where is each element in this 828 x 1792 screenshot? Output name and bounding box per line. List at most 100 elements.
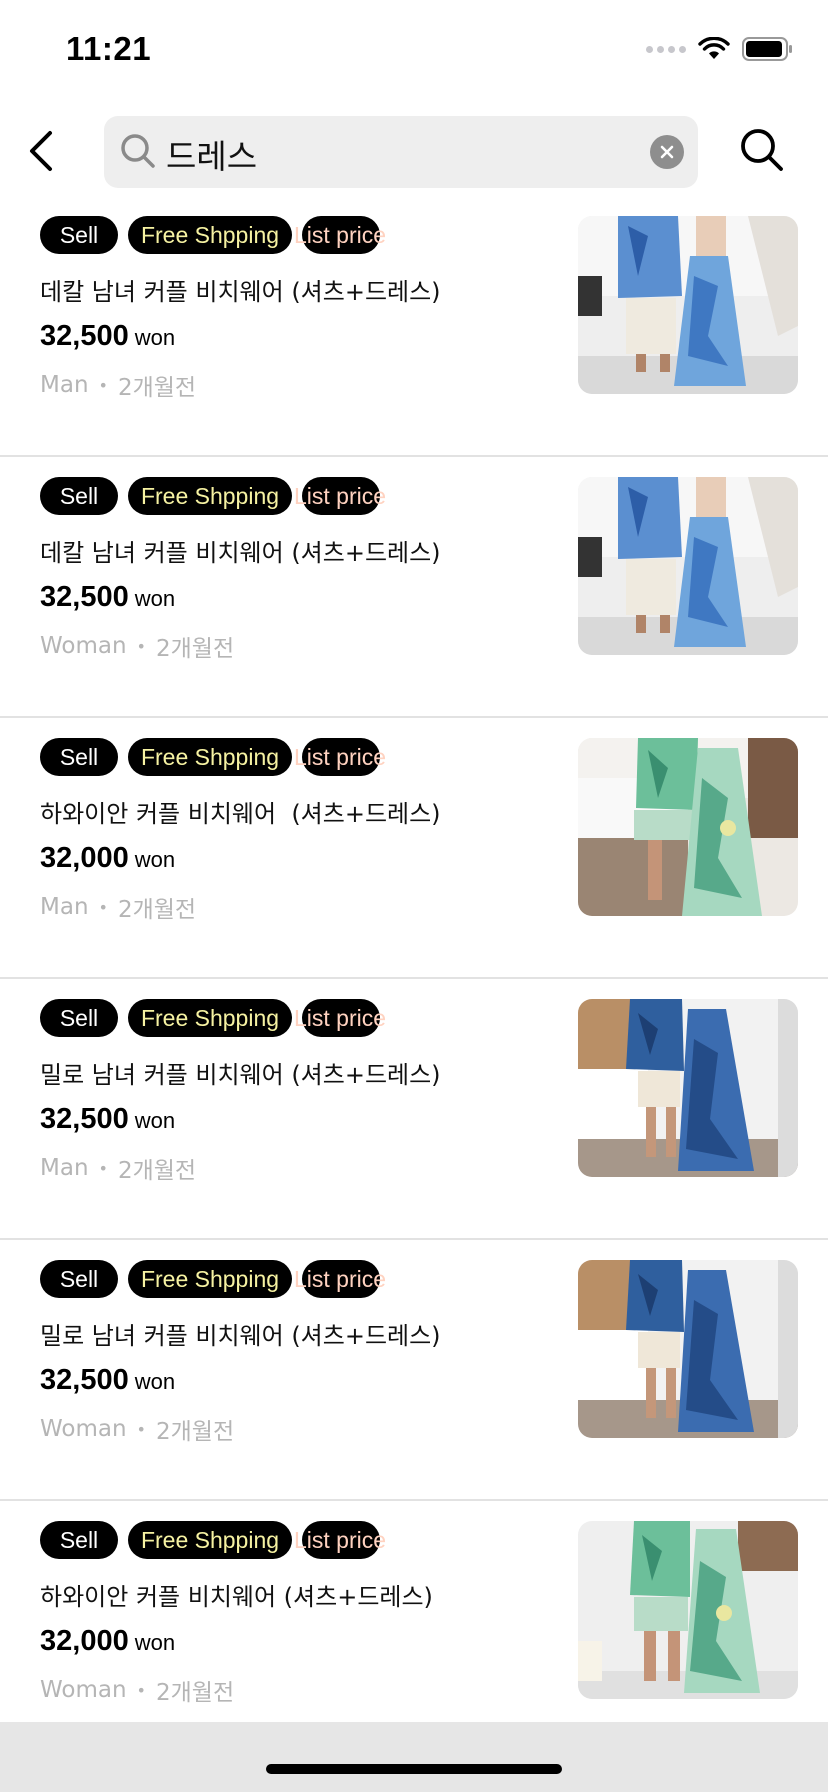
item-meta: Woman • 2개월전 [40, 629, 234, 663]
item-title: 밀로 남녀 커플 비치웨어 (셔츠+드레스) [40, 1322, 441, 1350]
item-meta: Man • 2개월전 [40, 1151, 196, 1185]
badge-row: Sell Free Shpping List price [40, 477, 420, 515]
currency-label: won [134, 1108, 176, 1133]
price-row: 32,500 won [40, 1364, 175, 1397]
item-time-ago: 2개월전 [155, 1419, 235, 1445]
product-thumbnail[interactable] [578, 1521, 798, 1699]
sell-badge: Sell [40, 1260, 118, 1298]
wifi-icon [698, 37, 730, 59]
item-time-ago: 2개월전 [117, 1158, 197, 1184]
list-price-label: List price [294, 222, 387, 248]
search-results-list: Sell Free Shpping List price 데칼 남녀 커플 비치… [0, 196, 828, 1762]
list-item[interactable]: Sell Free Shpping List price 데칼 남녀 커플 비치… [0, 196, 828, 457]
list-price-badge: List price [294, 477, 386, 515]
item-gender: Man [40, 894, 89, 920]
currency-label: won [134, 325, 176, 350]
item-title: 하와이안 커플 비치웨어 (셔츠+드레스) [40, 800, 441, 828]
free-shipping-badge: Free Shpping [128, 477, 292, 515]
currency-label: won [134, 1369, 176, 1394]
item-time-ago: 2개월전 [117, 375, 197, 401]
clear-search-button[interactable] [650, 135, 684, 169]
price-row: 32,500 won [40, 581, 175, 614]
free-shipping-badge: Free Shpping [128, 1260, 292, 1298]
home-indicator-area [0, 1722, 828, 1792]
badge-row: Sell Free Shpping List price [40, 216, 420, 254]
status-time: 11:21 [66, 30, 152, 67]
badge-row: Sell Free Shpping List price [40, 738, 420, 776]
search-header: 드레스 [0, 110, 828, 190]
sell-badge: Sell [40, 999, 118, 1037]
item-price: 32,500 [40, 1103, 129, 1135]
free-shipping-badge: Free Shpping [128, 1521, 292, 1559]
search-icon [741, 129, 783, 171]
product-thumbnail[interactable] [578, 477, 798, 655]
currency-label: won [134, 586, 176, 611]
item-title: 데칼 남녀 커플 비치웨어 (셔츠+드레스) [40, 278, 441, 306]
item-meta: Man • 2개월전 [40, 368, 196, 402]
price-row: 32,000 won [40, 1625, 175, 1658]
item-price: 32,500 [40, 320, 129, 352]
list-item[interactable]: Sell Free Shpping List price 밀로 남녀 커플 비치… [0, 1240, 828, 1501]
item-meta: Man • 2개월전 [40, 890, 196, 924]
list-price-label: List price [294, 1527, 387, 1553]
back-button[interactable] [20, 128, 60, 174]
cellular-signal-icon [646, 45, 686, 53]
list-price-badge: List price [294, 1521, 386, 1559]
list-price-label: List price [294, 1266, 387, 1292]
price-row: 32,000 won [40, 842, 175, 875]
list-item[interactable]: Sell Free Shpping List price 하와이안 커플 비치웨… [0, 718, 828, 979]
list-price-label: List price [294, 1005, 387, 1031]
search-input[interactable]: 드레스 [104, 116, 698, 188]
item-meta: Woman • 2개월전 [40, 1412, 234, 1446]
product-thumbnail[interactable] [578, 738, 798, 916]
item-price: 32,500 [40, 1364, 129, 1396]
list-item[interactable]: Sell Free Shpping List price 밀로 남녀 커플 비치… [0, 979, 828, 1240]
item-gender: Woman [40, 1677, 127, 1703]
home-indicator[interactable] [266, 1764, 562, 1774]
product-thumbnail[interactable] [578, 216, 798, 394]
free-shipping-badge: Free Shpping [128, 999, 292, 1037]
search-button[interactable] [736, 122, 788, 178]
item-price: 32,000 [40, 842, 129, 874]
item-time-ago: 2개월전 [117, 897, 197, 923]
free-shipping-badge: Free Shpping [128, 738, 292, 776]
item-title: 하와이안 커플 비치웨어 (셔츠+드레스) [40, 1583, 433, 1611]
item-meta: Woman • 2개월전 [40, 1673, 234, 1707]
item-gender: Woman [40, 633, 127, 659]
status-icons [646, 36, 794, 62]
list-price-badge: List price [294, 999, 386, 1037]
item-price: 32,500 [40, 581, 129, 613]
free-shipping-badge: Free Shpping [128, 216, 292, 254]
battery-icon [742, 37, 792, 61]
sell-badge: Sell [40, 738, 118, 776]
currency-label: won [134, 847, 176, 872]
item-title: 데칼 남녀 커플 비치웨어 (셔츠+드레스) [40, 539, 441, 567]
sell-badge: Sell [40, 1521, 118, 1559]
chevron-left-icon [30, 131, 52, 171]
list-price-label: List price [294, 744, 387, 770]
list-item[interactable]: Sell Free Shpping List price 데칼 남녀 커플 비치… [0, 457, 828, 718]
item-time-ago: 2개월전 [155, 1680, 235, 1706]
price-row: 32,500 won [40, 320, 175, 353]
item-price: 32,000 [40, 1625, 129, 1657]
badge-row: Sell Free Shpping List price [40, 1521, 420, 1559]
sell-badge: Sell [40, 216, 118, 254]
badge-row: Sell Free Shpping List price [40, 1260, 420, 1298]
item-gender: Man [40, 1155, 89, 1181]
status-bar: 11:21 [0, 0, 828, 100]
sell-badge: Sell [40, 477, 118, 515]
search-query-text: 드레스 [166, 137, 258, 176]
list-price-label: List price [294, 483, 387, 509]
badge-row: Sell Free Shpping List price [40, 999, 420, 1037]
price-row: 32,500 won [40, 1103, 175, 1136]
currency-label: won [134, 1630, 176, 1655]
close-icon [660, 145, 674, 159]
item-time-ago: 2개월전 [155, 636, 235, 662]
item-title: 밀로 남녀 커플 비치웨어 (셔츠+드레스) [40, 1061, 441, 1089]
item-gender: Man [40, 372, 89, 398]
product-thumbnail[interactable] [578, 999, 798, 1177]
list-price-badge: List price [294, 1260, 386, 1298]
list-price-badge: List price [294, 216, 386, 254]
search-icon [121, 134, 155, 168]
product-thumbnail[interactable] [578, 1260, 798, 1438]
